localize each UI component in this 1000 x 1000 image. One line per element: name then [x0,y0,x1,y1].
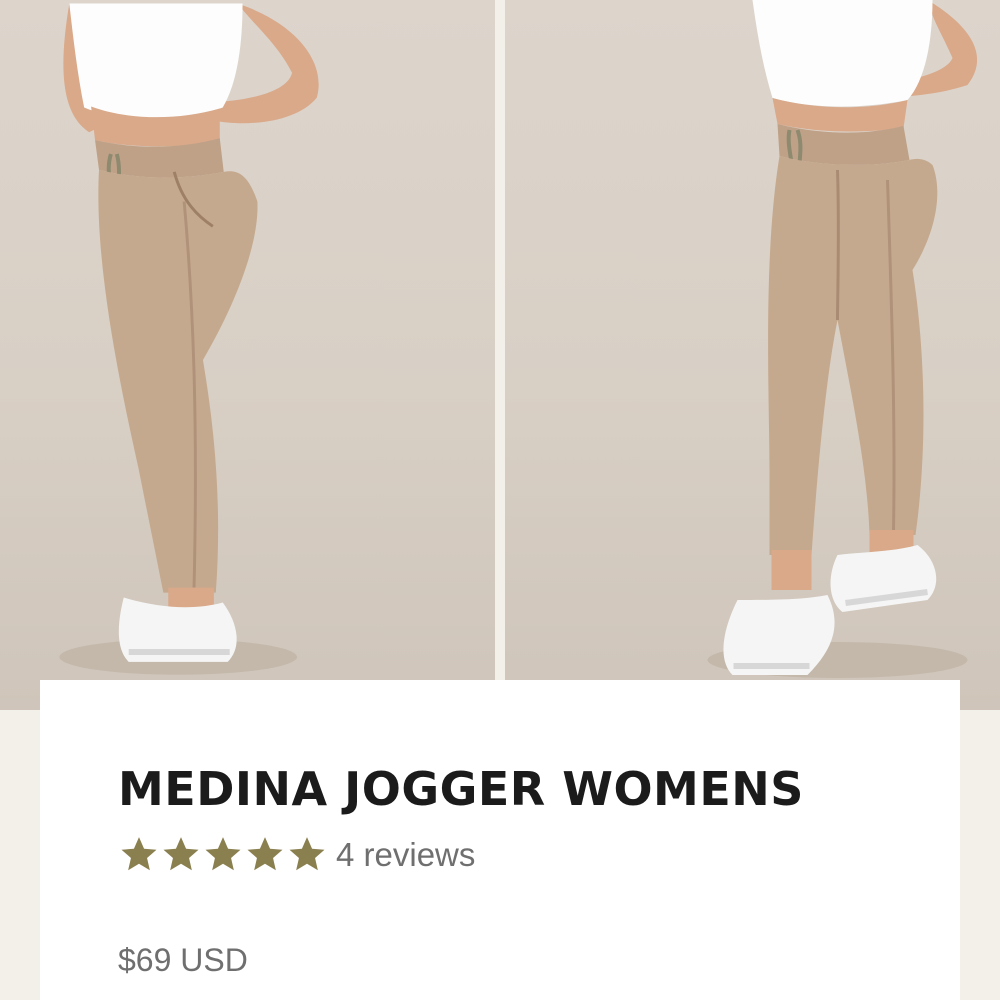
product-rating[interactable]: 4 reviews [118,834,475,876]
model-side-illustration [707,0,978,678]
star-icon [247,837,283,871]
product-photo-front[interactable] [0,0,495,710]
star-icon [121,837,157,871]
model-front-illustration [59,3,319,675]
reviews-link[interactable]: 4 reviews [336,836,475,874]
product-photo-side[interactable] [505,0,1000,710]
star-icon [205,837,241,871]
product-price: $69 USD [118,942,248,978]
star-rating [118,834,328,876]
star-icon [163,837,199,871]
star-icon [289,837,325,871]
product-info-card: MEDINA JOGGER WOMENS 4 reviews $69 USD [40,680,960,1000]
product-title: MEDINA JOGGER WOMENS [118,762,804,816]
product-image-gallery [0,0,1000,710]
